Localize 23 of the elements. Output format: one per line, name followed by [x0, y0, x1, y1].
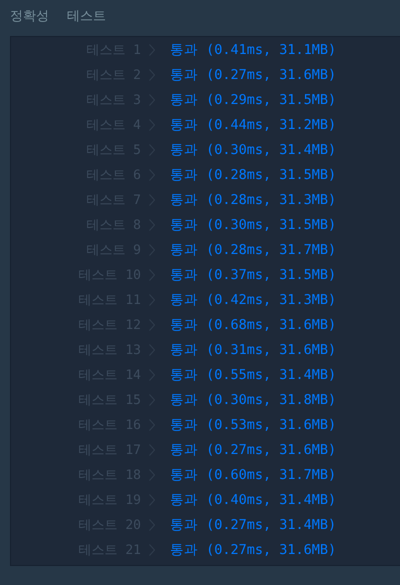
test-result: 통과 (0.27ms, 31.6MB) — [170, 440, 336, 458]
test-result: 통과 (0.28ms, 31.5MB) — [170, 166, 336, 184]
test-result: 통과 (0.60ms, 31.7MB) — [170, 466, 336, 484]
section-subtitle: 테스트 — [67, 8, 106, 26]
test-result: 통과 (0.30ms, 31.4MB) — [170, 140, 336, 158]
test-result: 통과 (0.53ms, 31.6MB) — [170, 416, 336, 434]
test-result: 통과 (0.30ms, 31.5MB) — [170, 216, 336, 234]
test-result: 통과 (0.28ms, 31.7MB) — [170, 240, 336, 258]
test-result: 통과 (0.44ms, 31.2MB) — [170, 116, 336, 134]
test-result: 통과 (0.31ms, 31.6MB) — [170, 340, 336, 358]
test-result: 통과 (0.28ms, 31.3MB) — [170, 190, 336, 208]
test-result: 통과 (0.41ms, 31.1MB) — [170, 40, 336, 58]
test-result: 통과 (0.37ms, 31.5MB) — [170, 266, 336, 284]
test-result: 통과 (0.27ms, 31.4MB) — [170, 516, 336, 534]
test-result: 통과 (0.42ms, 31.3MB) — [170, 290, 336, 308]
test-result: 통과 (0.68ms, 31.6MB) — [170, 316, 336, 334]
test-result: 통과 (0.29ms, 31.5MB) — [170, 90, 336, 108]
test-result: 통과 (0.40ms, 31.4MB) — [170, 490, 336, 508]
section-title: 정확성 — [10, 8, 49, 26]
test-result: 통과 (0.30ms, 31.8MB) — [170, 390, 336, 408]
test-result: 통과 (0.27ms, 31.6MB) — [170, 540, 336, 558]
test-result: 통과 (0.55ms, 31.4MB) — [170, 366, 336, 384]
test-result: 통과 (0.27ms, 31.6MB) — [170, 66, 336, 84]
